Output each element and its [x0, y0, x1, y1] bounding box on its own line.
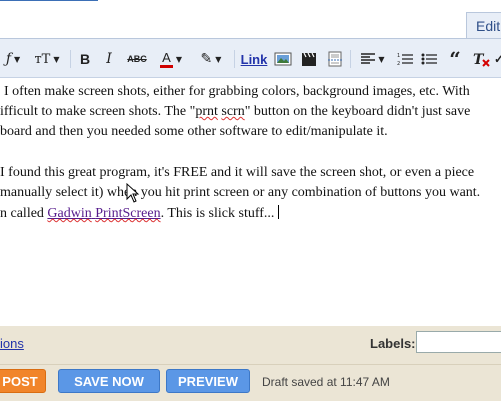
text-cursor	[278, 205, 280, 219]
tab-edit-html[interactable]: Edit	[466, 12, 501, 38]
chevron-down-icon: ▼	[53, 54, 60, 64]
quote-icon: “	[449, 47, 461, 71]
top-divider-line	[0, 0, 98, 1]
font-family-dropdown[interactable]: ƒ ▼	[0, 49, 26, 69]
paragraph-2-line-3: n called Gadwin PrintScreen. This is sli…	[0, 205, 280, 222]
remove-formatting-button[interactable]: T	[468, 49, 496, 69]
toolbar-separator	[234, 50, 235, 68]
mouse-pointer-icon	[126, 183, 140, 203]
clear-formatting-icon: T	[473, 52, 490, 67]
preview-button[interactable]: PREVIEW	[166, 369, 250, 393]
paragraph-1-line-1: I often make screen shots, either for gr…	[4, 84, 470, 99]
text-color-button[interactable]: A ▼	[156, 49, 186, 69]
highlight-color-button[interactable]: ✎ ▼	[194, 49, 228, 69]
svg-text:2: 2	[397, 61, 400, 66]
strikethrough-button[interactable]: ABC	[124, 49, 150, 69]
numbered-list-button[interactable]: 12	[394, 49, 416, 69]
text-color-icon: A	[159, 51, 173, 68]
paragraph-2-line-2: manually select it) when you hit print s…	[0, 185, 481, 200]
svg-text:1: 1	[397, 53, 400, 59]
paragraph-2-line-1: I found this great program, it's FREE an…	[0, 165, 475, 180]
chevron-down-icon: ▼	[215, 54, 222, 64]
bold-button[interactable]: B	[76, 49, 94, 69]
labels-label: Labels:	[370, 336, 416, 351]
highlighter-icon: ✎	[200, 51, 213, 67]
link-button[interactable]: Link	[240, 49, 268, 69]
chevron-down-icon: ▼	[14, 54, 21, 64]
editor-toolbar: ƒ ▼ тT ▼ B I ABC A ▼ ✎ ▼ Link ▼ 12 “ T ✓	[0, 38, 501, 78]
chevron-down-icon: ▼	[378, 54, 385, 64]
image-icon	[274, 52, 292, 66]
bulleted-list-icon	[421, 53, 437, 65]
clapperboard-icon	[302, 52, 316, 66]
paragraph-1-line-3: board and then you needed some other sof…	[0, 124, 388, 139]
spellcheck-button[interactable]: ✓	[494, 49, 501, 69]
toolbar-separator	[350, 50, 351, 68]
chevron-down-icon: ▼	[175, 54, 183, 64]
toolbar-separator	[70, 50, 71, 68]
font-size-dropdown[interactable]: тT ▼	[30, 49, 64, 69]
paragraph-1-line-2: ifficult to make screen shots. The "prnt…	[0, 104, 471, 119]
gadwin-printscreen-link[interactable]: Gadwin PrintScreen	[47, 206, 160, 221]
page-break-icon	[328, 51, 342, 67]
post-options-link[interactable]: ions	[0, 336, 24, 351]
post-body-editor[interactable]: I often make screen shots, either for gr…	[0, 78, 501, 326]
publish-post-button[interactable]: POST	[0, 369, 46, 393]
insert-video-button[interactable]	[298, 49, 320, 69]
align-left-icon	[361, 53, 376, 64]
blockquote-button[interactable]: “	[444, 49, 466, 69]
footer-divider	[0, 364, 501, 365]
draft-status-text: Draft saved at 11:47 AM	[262, 375, 390, 389]
alignment-dropdown[interactable]: ▼	[356, 49, 390, 69]
spellcheck-icon: ✓	[493, 52, 501, 66]
link-label: Link	[240, 51, 268, 67]
labels-input[interactable]	[416, 331, 501, 353]
insert-image-button[interactable]	[272, 49, 294, 69]
bulleted-list-button[interactable]	[418, 49, 440, 69]
font-size-icon: тT	[34, 51, 51, 67]
jump-break-button[interactable]	[324, 49, 346, 69]
text-color-swatch	[159, 64, 173, 68]
numbered-list-icon: 12	[397, 53, 413, 66]
save-now-button[interactable]: SAVE NOW	[58, 369, 160, 393]
font-icon: ƒ	[5, 51, 12, 67]
italic-button[interactable]: I	[100, 49, 118, 69]
